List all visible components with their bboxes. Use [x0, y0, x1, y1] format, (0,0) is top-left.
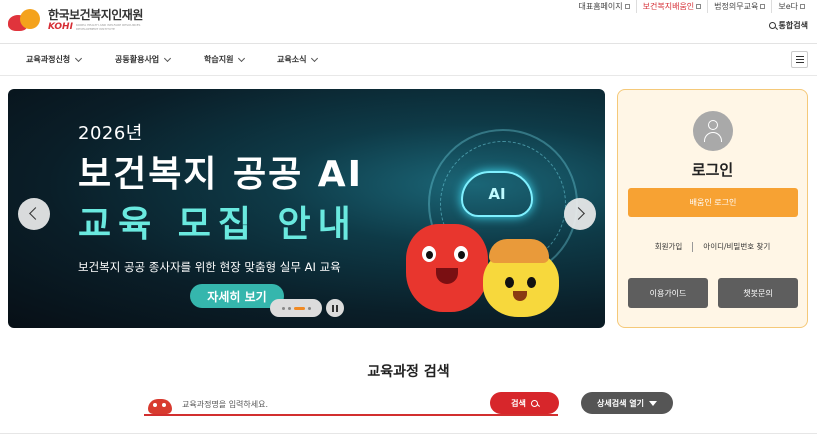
util-link-main-homepage[interactable]: 대표홈페이지 — [572, 0, 635, 13]
baeumin-login-button[interactable]: 배움인 로그인 — [628, 188, 798, 217]
hamburger-icon — [795, 59, 804, 60]
join-link[interactable]: 회원가입 — [655, 241, 683, 252]
chevron-down-icon — [238, 54, 246, 62]
external-link-icon — [696, 4, 702, 9]
slide-dot[interactable] — [287, 306, 291, 310]
site-logo[interactable]: 한국보건복지인재원 KOHI KOREA HEALTH AND WELFARE … — [8, 5, 146, 35]
slide-indicator — [270, 299, 322, 317]
util-link-mandatory-education[interactable]: 법정의무교육 — [707, 0, 771, 13]
login-links: 회원가입 아이디/비밀번호 찾기 — [618, 241, 807, 252]
logo-mark-icon — [8, 7, 42, 33]
gnb-label: 학습지원 — [204, 55, 234, 64]
gnb-label: 교육소식 — [277, 55, 307, 64]
banner-subtitle: 보건복지 공공 종사자를 위한 현장 맞춤형 실무 AI 교육 — [78, 260, 341, 274]
utility-links: 대표홈페이지 보건복지배움인 법정의무교육 보e다 — [572, 0, 811, 13]
gnb-item-learning-support[interactable]: 학습지원 — [204, 54, 246, 65]
banner-title-line1: 보건복지 공공 AI — [78, 154, 364, 195]
search-icon — [530, 399, 538, 407]
slide-pause-button[interactable] — [326, 299, 344, 317]
hamburger-icon — [795, 62, 804, 63]
caret-down-icon — [648, 400, 657, 406]
course-search-title: 교육과정 검색 — [367, 364, 450, 380]
banner-year: 2026년 — [78, 123, 143, 144]
course-search-button[interactable]: 검색 — [490, 392, 559, 414]
unified-search-button[interactable]: 통합검색 — [768, 20, 808, 31]
user-avatar-icon — [693, 111, 733, 151]
hamburger-icon — [795, 56, 804, 57]
gnb-label: 공동활용사업 — [115, 55, 160, 64]
logo-en: KOHI — [48, 21, 73, 32]
search-icon — [768, 22, 776, 29]
ai-badge: AI — [488, 185, 506, 203]
util-link-label: 법정의무교육 — [714, 2, 759, 11]
search-button-label: 검색 — [511, 398, 526, 408]
pause-icon — [336, 304, 338, 312]
util-link-label: 보e다 — [778, 2, 798, 11]
chevron-down-icon — [75, 54, 83, 62]
pause-icon — [332, 304, 334, 312]
external-link-icon — [800, 4, 805, 9]
unified-search-label: 통합검색 — [778, 21, 808, 30]
mascot-eye — [505, 277, 514, 288]
gnb-label: 교육과정신청 — [26, 55, 71, 64]
mascot-hat — [489, 239, 549, 263]
logo-text: 한국보건복지인재원 KOHI KOREA HEALTH AND WELFARE … — [48, 7, 146, 32]
slide-dot[interactable] — [281, 306, 285, 310]
login-panel: 로그인 배움인 로그인 회원가입 아이디/비밀번호 찾기 이용가이드 챗봇문의 — [617, 89, 808, 328]
advanced-search-label: 상세검색 열기 — [597, 398, 644, 408]
divider — [0, 433, 817, 434]
mascot-eye — [527, 277, 536, 288]
chevron-down-icon — [311, 54, 319, 62]
all-menu-button[interactable] — [791, 51, 808, 68]
banner-title-line2: 교육 모집 안내 — [78, 204, 358, 245]
gnb-item-education-news[interactable]: 교육소식 — [277, 54, 319, 65]
util-link-baeumin[interactable]: 보건복지배움인 — [635, 0, 708, 13]
gnb-item-course-apply[interactable]: 교육과정신청 — [26, 54, 83, 65]
slide-dot-active[interactable] — [293, 306, 305, 310]
find-account-link[interactable]: 아이디/비밀번호 찾기 — [703, 241, 770, 252]
chatbot-button[interactable]: 챗봇문의 — [718, 278, 798, 308]
user-guide-button[interactable]: 이용가이드 — [628, 278, 708, 308]
mascot-icon — [148, 395, 174, 415]
chevron-down-icon — [164, 54, 172, 62]
global-nav: 교육과정신청 공동활용사업 학습지원 교육소식 — [0, 44, 817, 75]
mascot-mouth — [513, 291, 527, 301]
course-search-input[interactable] — [182, 396, 482, 412]
external-link-icon — [624, 4, 630, 9]
main-banner[interactable]: AI 2026년 보건복지 공공 AI 교육 모집 안내 보건복지 공공 종사자… — [8, 89, 605, 328]
banner-next-button[interactable] — [564, 198, 596, 230]
banner-prev-button[interactable] — [18, 198, 50, 230]
logo-subtitle: KOREA HEALTH AND WELFARE RESOURCES DEVEL… — [75, 22, 141, 31]
divider — [0, 75, 817, 76]
login-title: 로그인 — [691, 161, 734, 179]
mascot-mouth — [436, 268, 458, 284]
mascot-eye — [422, 246, 436, 262]
slide-dot[interactable] — [307, 306, 311, 310]
mascot-yellow — [483, 239, 559, 317]
gnb-item-joint-project[interactable]: 공동활용사업 — [115, 54, 172, 65]
util-link-label: 보건복지배움인 — [642, 2, 695, 11]
util-link-boeda[interactable]: 보e다 — [771, 0, 811, 13]
advanced-search-button[interactable]: 상세검색 열기 — [581, 392, 673, 414]
mascot-red — [406, 224, 488, 312]
divider — [692, 241, 694, 252]
mascot-eye — [454, 246, 468, 262]
logo-title: 한국보건복지인재원 — [48, 7, 143, 22]
util-link-label: 대표홈페이지 — [578, 2, 623, 11]
external-link-icon — [760, 4, 766, 9]
